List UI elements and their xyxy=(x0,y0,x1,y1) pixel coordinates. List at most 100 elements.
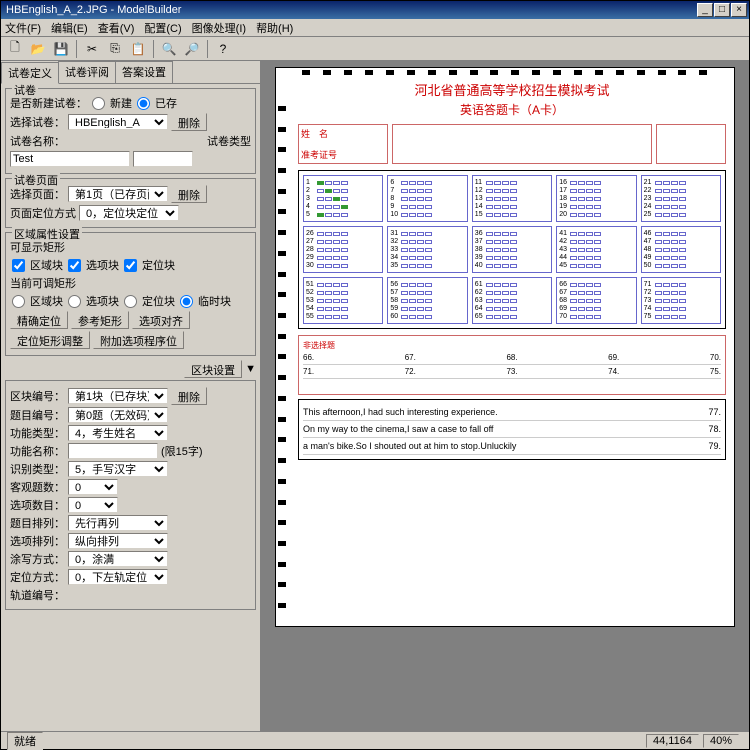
r-temp-label: 临时块 xyxy=(198,293,231,309)
group-exam: 试卷 是否新建试卷： 新建 已存 选择试卷： HBEnglish_A 删除 试卷… xyxy=(5,88,256,174)
cb-region-label: 区域块 xyxy=(30,257,63,273)
tab-review[interactable]: 试卷评阅 xyxy=(58,61,116,83)
radio-new-label: 新建 xyxy=(110,95,132,111)
tab-answer[interactable]: 答案设置 xyxy=(115,61,173,83)
open-icon[interactable]: 📂 xyxy=(28,39,48,59)
writing-line-1: This afternoon,I had such interesting ex… xyxy=(303,407,498,417)
window-title: HBEnglish_A_2.JPG - ModelBuilder xyxy=(3,4,696,16)
bubble-block: 3637383940 xyxy=(472,226,552,273)
bubble-block: 6162636465 xyxy=(472,277,552,324)
bubble-block: 2122232425 xyxy=(641,175,721,222)
radio-new[interactable] xyxy=(92,97,105,110)
id-label: 准考证号 xyxy=(301,148,385,161)
help-icon[interactable]: ? xyxy=(213,39,233,59)
btn-locadj[interactable]: 定位矩形调整 xyxy=(10,331,90,349)
q-num-select[interactable]: 第0题（无效码） xyxy=(68,407,168,423)
block-num-select[interactable]: 第1块（已存块） xyxy=(68,388,168,404)
maximize-button[interactable]: □ xyxy=(714,3,730,17)
writing-line-2: On my way to the cinema,I saw a case to … xyxy=(303,424,493,434)
delete-block-button[interactable]: 删除 xyxy=(171,387,207,405)
func-name-input[interactable] xyxy=(68,443,158,459)
close-button[interactable]: × xyxy=(731,3,747,17)
btn-addopt[interactable]: 附加选项程序位 xyxy=(93,331,184,349)
bubble-block: 12345 xyxy=(303,175,383,222)
objcount-select[interactable]: 0 xyxy=(68,479,118,495)
btn-refrect[interactable]: 参考矩形 xyxy=(71,311,129,329)
titlebar: HBEnglish_A_2.JPG - ModelBuilder _ □ × xyxy=(1,1,749,19)
paste-icon[interactable]: 📋 xyxy=(128,39,148,59)
cb-option[interactable] xyxy=(68,259,81,272)
exam-type-input[interactable] xyxy=(133,151,193,167)
optcount-select[interactable]: 0 xyxy=(68,497,118,513)
select-page[interactable]: 第1页（已存页面） xyxy=(68,186,168,202)
writing-line-3: a man's bike.So I shouted out at him to … xyxy=(303,441,516,451)
menu-file[interactable]: 文件(F) xyxy=(5,20,41,36)
right-panel[interactable]: 河北省普通高等学校招生模拟考试 英语答题卡（A卡） 姓 名 准考证号 12345… xyxy=(261,61,749,731)
optarr-label: 选项排列： xyxy=(10,533,65,549)
name-box: 姓 名 准考证号 xyxy=(298,124,388,164)
status-coord: 44,1164 xyxy=(646,734,699,748)
func-name-hint: (限15字) xyxy=(161,443,203,459)
cb-option-label: 选项块 xyxy=(86,257,119,273)
bubble-block: 6667686970 xyxy=(556,277,636,324)
delete-exam-button[interactable]: 删除 xyxy=(171,113,207,131)
answer-sheet-canvas[interactable]: 河北省普通高等学校招生模拟考试 英语答题卡（A卡） 姓 名 准考证号 12345… xyxy=(275,67,735,627)
delete-page-button[interactable]: 删除 xyxy=(171,185,207,203)
btn-align[interactable]: 选项对齐 xyxy=(132,311,190,329)
bubble-block: 5657585960 xyxy=(387,277,467,324)
cb-locate[interactable] xyxy=(124,259,137,272)
r-temp[interactable] xyxy=(180,295,193,308)
r-option[interactable] xyxy=(68,295,81,308)
zoom-in-icon[interactable]: 🔍 xyxy=(159,39,179,59)
bubble-block: 3132333435 xyxy=(387,226,467,273)
select-page-label: 选择页面： xyxy=(10,186,65,202)
menu-help[interactable]: 帮助(H) xyxy=(256,20,293,36)
cb-region[interactable] xyxy=(12,259,25,272)
cb-locate-label: 定位块 xyxy=(142,257,175,273)
arrange-select[interactable]: 先行再列 xyxy=(68,515,168,531)
menu-image[interactable]: 图像处理(I) xyxy=(192,20,246,36)
rec-type-select[interactable]: 5，手写汉字 xyxy=(68,461,168,477)
arrange-label: 题目排列： xyxy=(10,515,65,531)
optarr-select[interactable]: 纵向排列 xyxy=(68,533,168,549)
copy-icon[interactable]: ⎘ xyxy=(105,39,125,59)
group-region: 区域属性设置 可显示矩形 区域块 选项块 定位块 当前可调矩形 区域块 选项块 … xyxy=(5,232,256,356)
block-setting-button[interactable]: 区块设置 xyxy=(184,360,242,378)
sheet-title: 河北省普通高等学校招生模拟考试 xyxy=(298,80,726,99)
btn-precise[interactable]: 精确定位 xyxy=(10,311,68,329)
group-region-title: 区域属性设置 xyxy=(12,226,82,242)
track-label: 轨道编号： xyxy=(10,587,65,603)
r-locate[interactable] xyxy=(124,295,137,308)
status-ready: 就绪 xyxy=(7,732,43,750)
tab-define[interactable]: 试卷定义 xyxy=(1,62,59,84)
save-icon[interactable]: 💾 xyxy=(51,39,71,59)
menubar: 文件(F) 编辑(E) 查看(V) 配置(C) 图像处理(I) 帮助(H) xyxy=(1,19,749,37)
select-exam[interactable]: HBEnglish_A xyxy=(68,114,168,130)
menu-config[interactable]: 配置(C) xyxy=(144,20,181,36)
bubble-block: 5152535455 xyxy=(303,277,383,324)
menu-edit[interactable]: 编辑(E) xyxy=(51,20,88,36)
new-icon[interactable]: 🗋 xyxy=(5,39,25,59)
rec-type-label: 识别类型： xyxy=(10,461,65,477)
id-box xyxy=(392,124,652,164)
r-region[interactable] xyxy=(12,295,25,308)
exam-name-input[interactable] xyxy=(10,151,130,167)
radio-exist[interactable] xyxy=(137,97,150,110)
func-type-select[interactable]: 4，考生姓名 xyxy=(68,425,168,441)
func-name-label: 功能名称： xyxy=(10,443,65,459)
panel-body: 试卷 是否新建试卷： 新建 已存 选择试卷： HBEnglish_A 删除 试卷… xyxy=(1,84,260,731)
cut-icon[interactable]: ✂ xyxy=(82,39,102,59)
menu-view[interactable]: 查看(V) xyxy=(98,20,135,36)
zoom-out-icon[interactable]: 🔎 xyxy=(182,39,202,59)
tabs: 试卷定义 试卷评阅 答案设置 xyxy=(1,61,260,84)
adj-rect-label: 当前可调矩形 xyxy=(10,275,76,291)
note-box xyxy=(656,124,726,164)
exam-type-label: 试卷类型 xyxy=(207,133,251,149)
minimize-button[interactable]: _ xyxy=(697,3,713,17)
group-exam-title: 试卷 xyxy=(12,84,38,98)
blockloc-select[interactable]: 0，下左轨定位 xyxy=(68,569,168,585)
exam-name-label: 试卷名称： xyxy=(10,133,65,149)
smear-select[interactable]: 0，涂满 xyxy=(68,551,168,567)
page-loc-select[interactable]: 0，定位块定位 xyxy=(79,205,179,221)
group-block: 区块编号： 第1块（已存块） 删除 题目编号： 第0题（无效码） 功能类型： 4… xyxy=(5,380,256,610)
